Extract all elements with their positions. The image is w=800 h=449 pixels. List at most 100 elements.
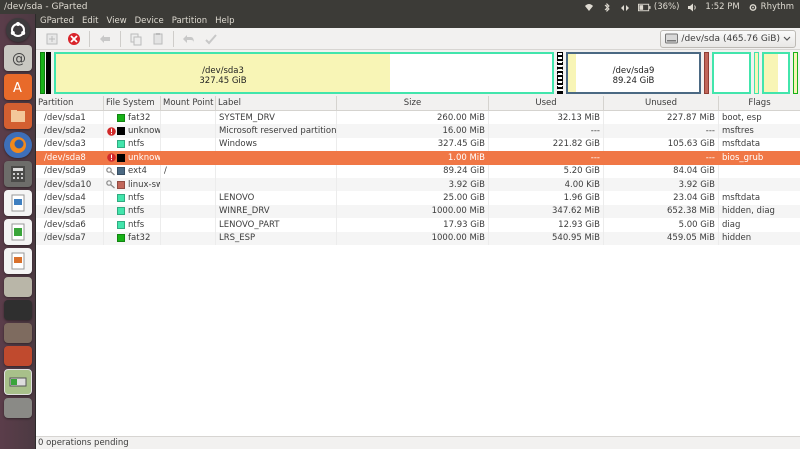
status-bar: 0 operations pending [36,436,800,449]
filesystem-cell: ntfs [104,204,161,219]
column-header-flags[interactable]: Flags [719,96,800,110]
filesystem-color-swatch [117,113,125,122]
apply-icon[interactable] [201,30,221,48]
delete-icon[interactable] [64,30,84,48]
table-row[interactable]: /dev/sda7 fat32 LRS_ESP 1000.00 MiB 540.95 M… [36,231,800,245]
filesystem-cell: unknown [104,151,161,165]
menu-device[interactable]: Device [131,16,168,26]
partition-label: LENOVO [216,191,337,205]
svg-text:@: @ [12,51,26,67]
blank-icon [106,233,116,243]
paste-icon[interactable] [148,30,168,48]
app-icon-4[interactable] [3,346,32,366]
status-text: 0 operations pending [38,438,129,448]
mount-point [161,191,216,205]
trash-icon[interactable] [3,398,32,418]
partition-label: LRS_ESP [216,231,337,245]
toolbar-separator [173,30,174,47]
menu-gparted[interactable]: GParted [36,16,78,26]
diskmap-sda5[interactable] [754,52,759,94]
table-row[interactable]: /dev/sda8unknown1.00 MiB------bios_grub [36,151,800,165]
diskmap-sda9[interactable]: /dev/sda9 89.24 GiB [566,52,701,94]
partition-name: /dev/sda9 [36,164,104,178]
device-selector[interactable]: /dev/sda (465.76 GiB) [660,29,796,48]
filesystem-color-swatch [117,180,125,189]
diskmap-sda1[interactable] [40,52,45,94]
copy-icon[interactable] [126,30,146,48]
app-icon-2[interactable] [3,300,32,320]
filesystem-name: ntfs [128,193,145,204]
mount-point [161,218,216,232]
diskmap-sda8[interactable] [557,52,563,94]
battery-indicator[interactable]: (36%) [637,2,679,12]
partition-unused: 652.38 MiB [604,204,719,219]
files-icon[interactable] [3,103,32,129]
partition-flags: msftdata [722,193,761,204]
dash-icon[interactable] [5,18,30,42]
table-row[interactable]: /dev/sda1 fat32 SYSTEM_DRV 260.00 MiB 32.13 … [36,111,800,125]
chevron-down-icon [783,36,791,41]
partition-label: Windows [216,137,337,152]
table-row[interactable]: /dev/sda9 ext4 / 89.24 GiB 5.20 GiB 84.04 GiB [36,164,800,178]
table-header: Partition File System Mount Point Label … [36,96,800,111]
blank-icon [106,193,116,203]
keyboard-icon[interactable] [620,3,630,12]
filesystem-name: unknown [128,152,161,163]
volume-icon[interactable] [687,3,697,12]
filesystem-cell: ntfs [104,137,161,152]
diskmap-sda7[interactable] [793,52,798,94]
disk-map: /dev/sda3 327.45 GiB /dev/sda9 89.24 GiB [36,50,800,96]
filesystem-cell: linux-swap [104,177,161,192]
mail-icon[interactable]: @ [3,45,32,71]
table-row[interactable]: /dev/sda3 ntfs Windows 327.45 GiB 221.82 GiB… [36,137,800,152]
column-header-used[interactable]: Used [489,96,604,110]
partition-unused: 227.87 MiB [604,111,719,125]
column-header-size[interactable]: Size [337,96,489,110]
impress-icon[interactable] [3,248,32,274]
writer-icon[interactable] [3,190,32,216]
launcher: @ A [0,14,36,449]
filesystem-color-swatch [117,234,125,243]
diskmap-sda2[interactable] [46,52,51,94]
column-header-mountpoint[interactable]: Mount Point [161,96,216,110]
calculator-icon[interactable] [3,161,32,187]
resize-move-icon[interactable] [95,30,115,48]
software-center-icon[interactable]: A [3,74,32,100]
session-menu[interactable]: Rhythm [748,2,794,12]
column-header-unused[interactable]: Unused [604,96,719,110]
table-row[interactable]: /dev/sda2 unknown Microsoft reserved parti… [36,124,800,138]
column-header-label[interactable]: Label [216,96,337,110]
menu-partition[interactable]: Partition [168,16,211,26]
clock[interactable]: 1:52 PM [705,2,739,12]
new-partition-icon[interactable] [42,30,62,48]
menu-edit[interactable]: Edit [78,16,102,26]
wifi-icon[interactable] [584,3,594,12]
undo-icon[interactable] [179,30,199,48]
filesystem-color-swatch [117,127,125,136]
calc-sheet-icon[interactable] [3,219,32,245]
menu-view[interactable]: View [102,16,130,26]
diskmap-sda10[interactable] [704,52,709,94]
table-row[interactable]: /dev/sda10 linux-swap 3.92 GiB4.00 KiB3.92… [36,177,800,192]
partition-size: 25.00 GiB [337,191,489,205]
diskmap-sda3[interactable]: /dev/sda3 327.45 GiB [54,52,554,94]
column-header-filesystem[interactable]: File System [104,96,161,110]
partition-name: /dev/sda3 [36,137,104,152]
mount-point [161,151,216,165]
bluetooth-icon[interactable] [602,2,612,12]
column-header-partition[interactable]: Partition [36,96,104,110]
diskmap-sda9-name: /dev/sda9 [612,66,655,76]
table-row[interactable]: /dev/sda6 ntfs LENOVO_PART 17.93 GiB 12.93 G… [36,218,800,232]
app-icon-1[interactable] [3,277,32,297]
diskmap-sda4[interactable] [712,52,751,94]
partition-label: SYSTEM_DRV [216,111,337,125]
menu-help[interactable]: Help [211,16,238,26]
table-row[interactable]: /dev/sda4 ntfs LENOVO 25.00 GiB 1.96 GiB 23.0… [36,191,800,205]
toolbar-separator [120,30,121,47]
diskmap-sda6[interactable] [762,52,790,94]
table-row[interactable]: /dev/sda5 ntfs WINRE_DRV 1000.00 MiB 347.62 … [36,204,800,219]
app-icon-3[interactable] [3,323,32,343]
firefox-icon[interactable] [3,132,32,158]
partition-unused: 459.05 MiB [604,231,719,245]
gparted-icon[interactable] [3,369,32,395]
